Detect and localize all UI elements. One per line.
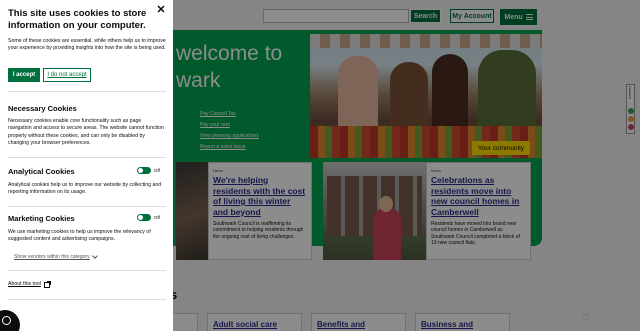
- news-image: [176, 162, 208, 260]
- analytical-cookies-toggle[interactable]: [137, 167, 151, 174]
- feedback-label: Feedback: [628, 86, 632, 100]
- news-image: [323, 162, 426, 260]
- analytical-cookies-heading: Analytical Cookies: [8, 167, 75, 176]
- news-summary: Residents have moved into brand new coun…: [431, 221, 520, 246]
- marketing-toggle-label: Off: [154, 215, 160, 220]
- feedback-widget[interactable]: Feedback: [626, 84, 635, 134]
- corner-badge: [583, 312, 623, 322]
- service-link-benefits[interactable]: Benefits and: [311, 313, 406, 331]
- quick-link-pay-council-tax[interactable]: Pay Council Tax: [200, 111, 259, 117]
- marketing-cookies-toggle[interactable]: [137, 214, 151, 221]
- news-card[interactable]: News We're helping residents with the co…: [208, 162, 312, 260]
- show-vendors-label: Show vendors within this category: [14, 254, 90, 260]
- hero-photo: [310, 34, 542, 158]
- divider: [8, 206, 166, 207]
- analytical-cookies-text: Analytical cookies help us to improve ou…: [8, 182, 162, 196]
- about-this-tool-link[interactable]: About this tool: [8, 281, 51, 288]
- cookie-consent-panel: This site uses cookies to store informat…: [0, 0, 173, 331]
- quick-links: Pay Council Tax Pay your rent View plann…: [200, 111, 259, 155]
- divider: [8, 270, 166, 271]
- marketing-cookies-heading: Marketing Cookies: [8, 214, 75, 223]
- news-tag: News: [431, 168, 442, 173]
- sad-icon[interactable]: [628, 124, 634, 130]
- cookie-intro-text: Some of these cookies are essential, whi…: [8, 38, 166, 52]
- badge-icon: [583, 314, 589, 320]
- my-account-button[interactable]: My Account: [450, 9, 494, 23]
- menu-label: Menu: [504, 13, 523, 21]
- news-title-link[interactable]: Celebrations as residents move into new …: [431, 175, 526, 217]
- quick-link-pay-rent[interactable]: Pay your rent: [200, 122, 259, 128]
- external-link-icon: [43, 281, 51, 288]
- divider: [8, 157, 166, 158]
- news-card[interactable]: News Celebrations as residents move into…: [426, 162, 531, 260]
- reject-cookies-button[interactable]: I do not accept: [43, 68, 91, 82]
- divider: [8, 91, 166, 92]
- service-link-business[interactable]: Business and: [415, 313, 510, 331]
- quick-link-noise[interactable]: Report a noise issue: [200, 144, 259, 150]
- smile-icon[interactable]: [628, 108, 634, 114]
- close-icon[interactable]: ✕: [155, 4, 167, 16]
- community-tag: Your community: [472, 141, 530, 155]
- menu-button[interactable]: Menu: [500, 9, 537, 25]
- search-button[interactable]: Search: [410, 9, 441, 23]
- accept-cookies-button[interactable]: I accept: [8, 68, 40, 82]
- necessary-cookies-heading: Necessary Cookies: [8, 104, 77, 113]
- search-input[interactable]: [263, 9, 409, 23]
- cookie-panel-title: This site uses cookies to store informat…: [8, 8, 147, 31]
- quick-link-planning[interactable]: View planning applications: [200, 133, 259, 139]
- divider: [8, 299, 166, 300]
- news-tag: News: [213, 168, 224, 173]
- neutral-icon[interactable]: [628, 116, 634, 122]
- about-this-tool-label: About this tool: [8, 281, 41, 287]
- hamburger-icon: [525, 14, 533, 20]
- chevron-down-icon: [91, 253, 98, 259]
- marketing-cookies-text: We use marketing cookies to help us impr…: [8, 229, 151, 243]
- hero-title: welcome to wark: [176, 42, 283, 92]
- show-vendors-link[interactable]: Show vendors within this category: [14, 253, 98, 260]
- analytical-toggle-label: Off: [154, 168, 160, 173]
- service-link-adult-social-care[interactable]: Adult social care: [207, 313, 302, 331]
- news-summary: Southwark Council is reaffirming its com…: [213, 221, 304, 240]
- necessary-cookies-text: Necessary cookies enable core functional…: [8, 118, 164, 146]
- news-title-link[interactable]: We're helping residents with the cost of…: [213, 175, 307, 217]
